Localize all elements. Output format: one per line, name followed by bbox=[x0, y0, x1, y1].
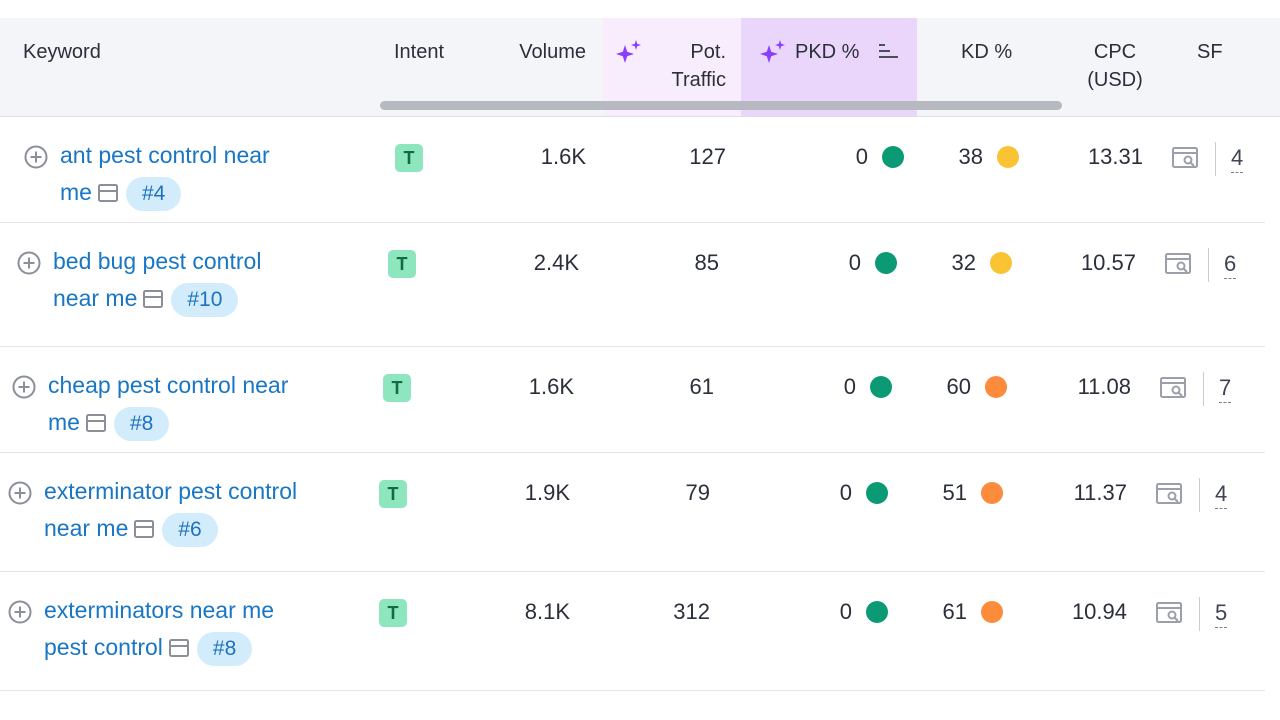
table-row: exterminator pest control near me #6 T 1.… bbox=[0, 453, 1265, 572]
header-volume[interactable]: Volume bbox=[480, 38, 586, 66]
cpc-cell: 11.08 bbox=[1077, 374, 1131, 399]
serp-features-count[interactable]: 4 bbox=[1215, 480, 1228, 509]
pkd-difficulty-dot bbox=[866, 601, 888, 623]
sf-divider bbox=[1203, 372, 1204, 406]
kd-difficulty-dot bbox=[981, 601, 1003, 623]
sf-divider bbox=[1199, 597, 1200, 631]
cpc-cell: 10.94 bbox=[1071, 599, 1127, 624]
add-to-list-icon[interactable] bbox=[12, 375, 36, 399]
keyword-link-continued[interactable]: near me bbox=[53, 285, 137, 311]
pot-traffic-cell: 79 bbox=[685, 480, 710, 505]
sf-divider bbox=[1215, 142, 1216, 176]
serp-snapshot-icon[interactable] bbox=[168, 631, 189, 657]
sparkle-icon bbox=[760, 40, 785, 63]
header-intent[interactable]: Intent bbox=[394, 38, 444, 66]
pot-traffic-cell: 312 bbox=[673, 599, 710, 624]
serp-features-icon[interactable] bbox=[1160, 376, 1188, 400]
keyword-link-continued[interactable]: me bbox=[48, 409, 80, 435]
sort-icon[interactable] bbox=[878, 42, 900, 62]
header-pot-traffic-line1[interactable]: Pot. bbox=[620, 38, 726, 66]
header-sf[interactable]: SF bbox=[1197, 38, 1223, 66]
serp-features-icon[interactable] bbox=[1156, 482, 1184, 506]
pkd-difficulty-dot bbox=[866, 482, 888, 504]
header-pkd[interactable]: PKD % bbox=[795, 38, 859, 66]
serp-features-icon[interactable] bbox=[1165, 252, 1193, 276]
cpc-cell: 13.31 bbox=[1087, 144, 1143, 169]
kd-cell: 61 bbox=[942, 599, 967, 624]
serp-features-count[interactable]: 6 bbox=[1224, 250, 1237, 279]
serp-features-count[interactable]: 4 bbox=[1231, 144, 1244, 173]
serp-features-count[interactable]: 7 bbox=[1219, 374, 1232, 403]
kd-difficulty-dot bbox=[981, 482, 1003, 504]
keyword-link[interactable]: cheap pest control near bbox=[48, 372, 288, 398]
volume-cell: 2.4K bbox=[533, 250, 579, 275]
kd-difficulty-dot bbox=[997, 146, 1019, 168]
intent-badge: T bbox=[379, 480, 407, 508]
sf-divider bbox=[1199, 478, 1200, 512]
header-cpc-line1[interactable]: CPC bbox=[1080, 38, 1150, 66]
pkd-difficulty-dot bbox=[875, 252, 897, 274]
add-to-list-icon[interactable] bbox=[8, 481, 32, 505]
table-row: exterminators near me pest control #8 T 8… bbox=[0, 572, 1265, 691]
keyword-link-continued[interactable]: pest control bbox=[44, 634, 163, 660]
cpc-cell: 10.57 bbox=[1080, 250, 1136, 275]
kd-cell: 32 bbox=[951, 250, 976, 275]
header-cpc-line2[interactable]: (USD) bbox=[1076, 66, 1154, 94]
header-keyword[interactable]: Keyword bbox=[23, 38, 101, 66]
position-badge: #8 bbox=[113, 406, 170, 441]
keyword-link-continued[interactable]: me bbox=[60, 179, 92, 205]
volume-cell: 1.6K bbox=[540, 144, 586, 169]
keyword-link[interactable]: exterminators near me bbox=[44, 597, 274, 623]
serp-snapshot-icon[interactable] bbox=[134, 512, 155, 538]
pkd-cell: 0 bbox=[855, 144, 868, 169]
header-pot-traffic-line2[interactable]: Traffic bbox=[620, 66, 726, 94]
position-badge: #10 bbox=[171, 282, 239, 317]
table-row: cheap pest control near me #8 T 1.6K 61 0… bbox=[0, 347, 1265, 453]
intent-badge: T bbox=[383, 374, 411, 402]
keyword-link-continued[interactable]: near me bbox=[44, 515, 128, 541]
kd-difficulty-dot bbox=[990, 252, 1012, 274]
add-to-list-icon[interactable] bbox=[17, 251, 41, 275]
kd-cell: 60 bbox=[946, 374, 971, 399]
header-kd[interactable]: KD % bbox=[961, 38, 1012, 66]
position-badge: #6 bbox=[162, 512, 218, 547]
sf-divider bbox=[1208, 248, 1209, 282]
serp-features-icon[interactable] bbox=[1156, 601, 1184, 625]
volume-cell: 8.1K bbox=[524, 599, 570, 624]
pkd-cell: 0 bbox=[843, 374, 856, 399]
position-badge: #4 bbox=[125, 176, 182, 211]
serp-snapshot-icon[interactable] bbox=[143, 282, 164, 308]
pot-traffic-cell: 127 bbox=[689, 144, 726, 169]
kd-cell: 38 bbox=[958, 144, 983, 169]
add-to-list-icon[interactable] bbox=[8, 600, 32, 624]
pkd-cell: 0 bbox=[839, 480, 852, 505]
volume-cell: 1.9K bbox=[524, 480, 570, 505]
add-to-list-icon[interactable] bbox=[24, 145, 48, 169]
intent-badge: T bbox=[395, 144, 423, 172]
serp-snapshot-icon[interactable] bbox=[85, 406, 106, 432]
table-row: bed bug pest control near me #10 T 2.4K 8… bbox=[0, 223, 1265, 347]
volume-cell: 1.6K bbox=[528, 374, 574, 399]
serp-snapshot-icon[interactable] bbox=[97, 176, 118, 202]
kd-difficulty-dot bbox=[985, 376, 1007, 398]
position-badge: #8 bbox=[196, 631, 253, 666]
pot-traffic-cell: 61 bbox=[689, 374, 714, 399]
intent-badge: T bbox=[388, 250, 416, 278]
pkd-cell: 0 bbox=[848, 250, 861, 275]
intent-badge: T bbox=[379, 599, 407, 627]
horizontal-scrollbar[interactable] bbox=[380, 101, 1062, 110]
pkd-cell: 0 bbox=[839, 599, 852, 624]
pkd-difficulty-dot bbox=[882, 146, 904, 168]
serp-features-count[interactable]: 5 bbox=[1215, 599, 1228, 628]
keyword-link[interactable]: exterminator pest control bbox=[44, 478, 297, 504]
serp-features-icon[interactable] bbox=[1172, 146, 1200, 170]
cpc-cell: 11.37 bbox=[1073, 480, 1127, 505]
pkd-difficulty-dot bbox=[870, 376, 892, 398]
table-row: ant pest control near me #4 T 1.6K 127 0 … bbox=[0, 117, 1265, 223]
pot-traffic-cell: 85 bbox=[694, 250, 719, 275]
keyword-link[interactable]: ant pest control near bbox=[60, 142, 270, 168]
keyword-link[interactable]: bed bug pest control bbox=[53, 248, 261, 274]
kd-cell: 51 bbox=[942, 480, 967, 505]
